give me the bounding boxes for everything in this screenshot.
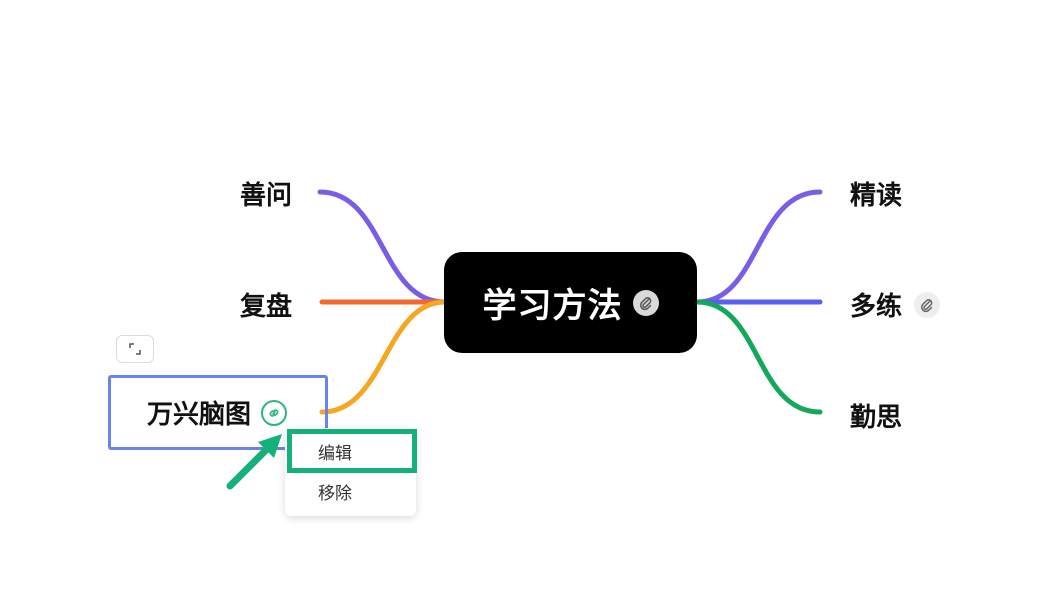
topic-label: 复盘: [240, 292, 293, 322]
topic-fupan[interactable]: 复盘: [240, 286, 292, 323]
branch-line-shanwen: [317, 189, 448, 305]
topic-shanwen[interactable]: 善问: [240, 175, 292, 212]
topic-jingdu[interactable]: 精读: [850, 175, 902, 212]
topic-label: 勤思: [850, 403, 903, 433]
collapse-corners-icon: [129, 343, 141, 355]
topic-label: 万兴脑图: [147, 400, 252, 430]
paperclip-icon[interactable]: [632, 289, 659, 316]
topic-duolian[interactable]: 多练: [850, 286, 941, 323]
menu-item-remove[interactable]: 移除: [318, 479, 352, 504]
topic-label: 多练: [850, 292, 903, 322]
central-topic[interactable]: 学习方法: [444, 252, 697, 353]
branch-line-qinsi: [694, 299, 823, 415]
central-topic-title: 学习方法: [482, 286, 623, 326]
topic-label: 善问: [240, 181, 293, 211]
topic-qinsi[interactable]: 勤思: [850, 397, 902, 434]
mind-map-canvas[interactable]: 学习方法 善问 复盘 万兴脑图 精读 多练 勤思 编辑 移除: [0, 0, 1055, 592]
link-icon[interactable]: [261, 399, 288, 426]
branch-line-jingdu: [694, 189, 823, 305]
topic-label: 精读: [850, 181, 903, 211]
highlight-box: [287, 429, 417, 473]
collapse-toggle-button[interactable]: [116, 335, 154, 363]
paperclip-icon[interactable]: [914, 291, 941, 318]
branch-line-wanxing: [319, 299, 448, 415]
